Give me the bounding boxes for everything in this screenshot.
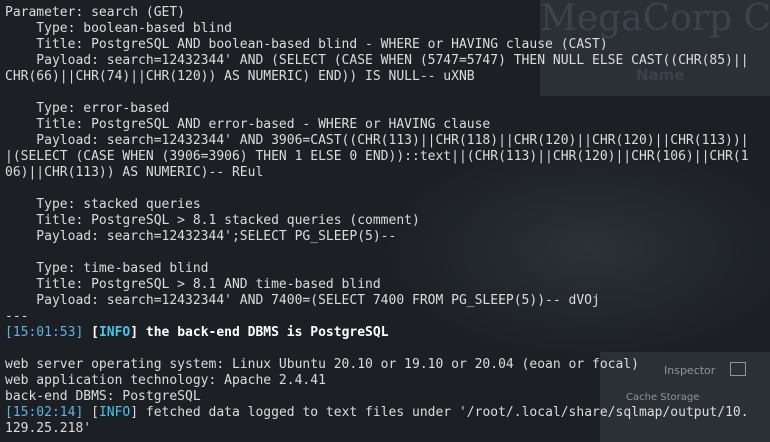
tech-line: web application technology: Apache 2.4.4… xyxy=(5,373,326,388)
info-level: INFO xyxy=(98,405,131,420)
boolean-type-line: Type: boolean-based blind xyxy=(5,21,232,36)
os-line: web server operating system: Linux Ubunt… xyxy=(5,357,639,372)
stacked-payload-line: Payload: search=12432344';SELECT PG_SLEE… xyxy=(5,229,397,244)
boolean-payload-line: Payload: search=12432344' AND (SELECT (C… xyxy=(5,53,749,68)
timestamp: [15:02:14] xyxy=(5,405,84,420)
stacked-title-line: Title: PostgreSQL > 8.1 stacked queries … xyxy=(5,213,420,228)
timestamp: [15:01:53] xyxy=(5,325,84,340)
time-title-line: Title: PostgreSQL > 8.1 AND time-based b… xyxy=(5,277,381,292)
info-message: fetched data logged to text files under … xyxy=(145,405,749,420)
error-title-line: Title: PostgreSQL AND error-based - WHER… xyxy=(5,117,491,132)
dbms-line: back-end DBMS: PostgreSQL xyxy=(5,389,201,404)
error-type-line: Type: error-based xyxy=(5,101,170,116)
boolean-payload-line: CHR(66)||CHR(74)||CHR(120)) AS NUMERIC) … xyxy=(5,69,475,84)
terminal-output[interactable]: Parameter: search (GET) Type: boolean-ba… xyxy=(5,5,770,437)
info-message: the back-end DBMS is PostgreSQL xyxy=(145,325,389,340)
info-line-dbms: [15:01:53] [INFO] the back-end DBMS is P… xyxy=(5,325,389,340)
info-message-continued: 129.25.218' xyxy=(5,421,92,436)
error-payload-line: |(SELECT (CASE WHEN (3906=3906) THEN 1 E… xyxy=(5,149,749,164)
time-type-line: Type: time-based blind xyxy=(5,261,209,276)
error-payload-line: 06)||CHR(113)) AS NUMERIC)-- REul xyxy=(5,165,264,180)
time-payload-line: Payload: search=12432344' AND 7400=(SELE… xyxy=(5,293,600,308)
error-payload-line: Payload: search=12432344' AND 3906=CAST(… xyxy=(5,133,749,148)
info-level: INFO xyxy=(98,325,131,340)
parameter-line: Parameter: search (GET) xyxy=(5,5,186,20)
info-line-output: [15:02:14] [INFO] fetched data logged to… xyxy=(5,405,749,420)
boolean-title-line: Title: PostgreSQL AND boolean-based blin… xyxy=(5,37,608,52)
separator-line: --- xyxy=(5,309,29,324)
stacked-type-line: Type: stacked queries xyxy=(5,197,201,212)
